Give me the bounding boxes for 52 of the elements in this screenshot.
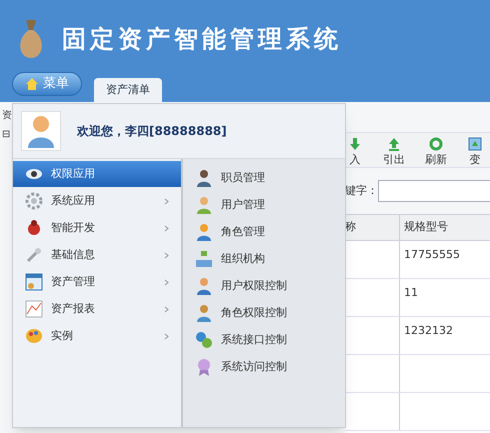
chevron-icon — [164, 306, 169, 312]
submenu-item[interactable]: 系统访问控制 — [183, 354, 345, 380]
chevron-icon — [164, 332, 169, 340]
table-cell: 11 — [404, 286, 418, 299]
menu-item[interactable]: 资产管理 — [13, 269, 181, 295]
keyword-label: 键字： — [345, 182, 378, 199]
home-icon — [25, 77, 39, 91]
app-title: 固定资产智能管理系统 — [62, 24, 342, 55]
user-icon — [195, 277, 213, 295]
chart-icon — [25, 300, 43, 318]
submenu-item[interactable]: 用户管理 — [183, 192, 345, 218]
palette-icon — [25, 327, 43, 345]
toolbar-button[interactable]: 变 — [467, 136, 483, 164]
submenu-item[interactable]: 用户权限控制 — [183, 273, 345, 299]
tab[interactable]: 资产清单 — [94, 78, 162, 102]
toolbar-button[interactable]: 刷新 — [425, 136, 447, 164]
link-icon — [195, 331, 213, 349]
column-header: 规格型号 — [403, 219, 449, 236]
sidebar-text: ⊟ — [2, 128, 10, 142]
submenu-item[interactable]: 职员管理 — [183, 165, 345, 191]
person-icon — [195, 223, 213, 241]
menu-item[interactable]: 基础信息 — [13, 242, 181, 268]
submenu-item[interactable]: 组织机构 — [183, 246, 345, 272]
chevron-icon — [164, 252, 169, 258]
organization-icon — [195, 250, 213, 268]
submenu-item[interactable]: 角色管理 — [183, 219, 345, 245]
keyword-field[interactable] — [378, 180, 490, 202]
chevron-icon — [164, 224, 169, 232]
table-cell: 17755555 — [404, 248, 460, 261]
refresh-icon — [428, 136, 444, 152]
toolbar-button[interactable]: 引出 — [383, 136, 405, 164]
chevron-icon — [164, 278, 169, 286]
menu-item[interactable]: 资产报表 — [13, 296, 181, 322]
window-icon — [25, 273, 43, 291]
greeting-text: 欢迎您，李四[88888888] — [77, 123, 227, 140]
menu-item[interactable]: 实例 — [13, 323, 181, 349]
table-cell: 1232132 — [404, 324, 453, 337]
toolbar-button[interactable]: 入 — [347, 136, 363, 164]
menu-item[interactable]: 权限应用 — [13, 161, 181, 187]
arrow-icon — [347, 136, 363, 152]
chevron-icon — [164, 198, 169, 204]
submenu-item[interactable]: 角色权限控制 — [183, 300, 345, 326]
menu-item[interactable]: 系统应用 — [13, 188, 181, 214]
gear-icon — [25, 192, 43, 210]
badge-icon — [195, 358, 213, 376]
eye-icon — [25, 168, 43, 180]
menu-item[interactable]: 智能开发 — [13, 215, 181, 241]
wrench-icon — [25, 246, 43, 264]
upload-icon — [386, 136, 402, 152]
submenu-item[interactable]: 系统接口控制 — [183, 327, 345, 353]
sidebar-text: 资 — [2, 109, 12, 123]
bug-icon — [25, 219, 43, 237]
